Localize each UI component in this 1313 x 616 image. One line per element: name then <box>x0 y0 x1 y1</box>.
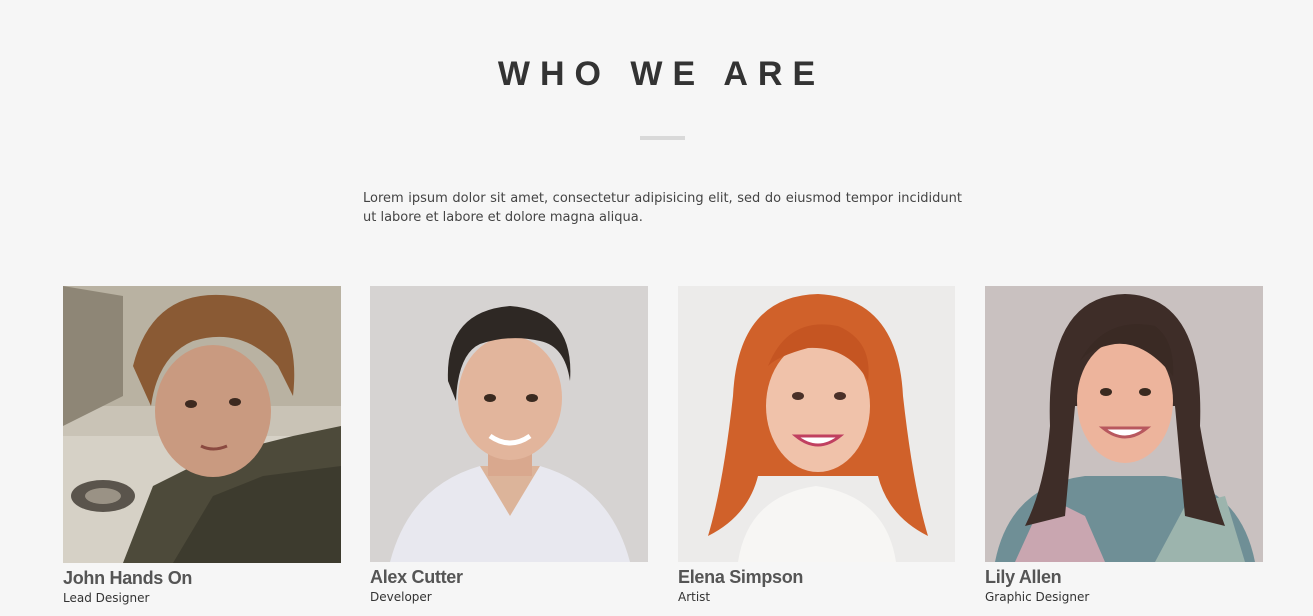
member-name: John Hands On <box>63 568 193 588</box>
team-member-card[interactable]: Elena Simpson Artist <box>678 286 956 605</box>
team-grid: John Hands On Lead Designer Alex Cutter <box>63 286 1263 616</box>
member-photo[interactable] <box>678 286 955 562</box>
member-name: Lily Allen <box>985 567 1062 587</box>
team-member-card[interactable]: Alex Cutter Developer <box>370 286 648 605</box>
member-photo[interactable] <box>63 286 341 563</box>
member-photo[interactable] <box>985 286 1263 562</box>
member-name: Elena Simpson <box>678 567 804 587</box>
who-we-are-section: WHO WE ARE Lorem ipsum dolor sit amet, c… <box>0 0 1313 616</box>
member-role: Developer <box>370 590 432 604</box>
member-photo[interactable] <box>370 286 648 562</box>
member-name: Alex Cutter <box>370 567 463 587</box>
section-title: WHO WE ARE <box>497 55 826 93</box>
title-divider <box>640 136 685 140</box>
team-member-card[interactable]: John Hands On Lead Designer <box>63 286 341 606</box>
section-intro: Lorem ipsum dolor sit amet, consectetur … <box>363 191 962 225</box>
member-role: Graphic Designer <box>985 590 1090 604</box>
team-member-card[interactable]: Lily Allen Graphic Designer <box>985 286 1263 605</box>
member-role: Lead Designer <box>63 591 150 605</box>
member-role: Artist <box>678 590 711 604</box>
